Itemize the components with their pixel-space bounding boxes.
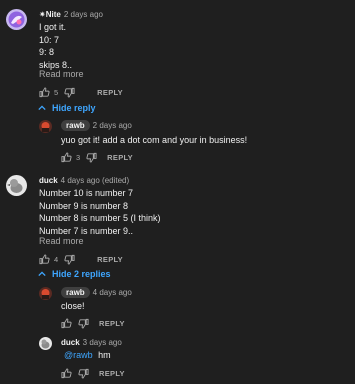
- timestamp[interactable]: 2 days ago: [64, 10, 103, 19]
- reply-text: close!: [61, 301, 85, 311]
- like-count: 3: [76, 152, 81, 162]
- reply-button[interactable]: REPLY: [97, 88, 123, 97]
- thumb-down-icon[interactable]: [64, 87, 75, 98]
- author-chip[interactable]: rawb: [61, 287, 90, 298]
- hide-replies-button[interactable]: Hide reply: [38, 103, 96, 113]
- reply-header: rawb 2 days ago: [61, 120, 132, 131]
- thumb-down-icon[interactable]: [78, 368, 89, 379]
- hide-replies-button[interactable]: Hide 2 replies: [38, 269, 111, 279]
- reply-actions: REPLY: [61, 367, 125, 379]
- thumb-up-icon[interactable]: [61, 151, 72, 163]
- comment-line: 10: 7: [39, 34, 60, 45]
- avatar-image: [39, 337, 52, 350]
- reply-button[interactable]: REPLY: [97, 255, 123, 264]
- author-name[interactable]: duck: [61, 338, 80, 347]
- reply-actions: 3 REPLY: [61, 151, 133, 163]
- comment-body: I got it. 10: 7 9: 8 skips 8..: [39, 21, 72, 71]
- mention-link[interactable]: @rawb: [64, 350, 93, 360]
- comment-line: Number 10 is number 7: [39, 188, 134, 198]
- avatar-image: [6, 9, 27, 30]
- avatar-image: [6, 175, 27, 196]
- thumb-down-icon[interactable]: [78, 318, 89, 329]
- read-more-link[interactable]: Read more: [39, 236, 84, 246]
- reply-header: duck 3 days ago: [61, 338, 122, 347]
- reply-text: hm: [98, 350, 111, 360]
- thumb-down-icon[interactable]: [64, 254, 75, 265]
- timestamp[interactable]: 4 days ago: [93, 288, 132, 297]
- chevron-up-icon: [38, 105, 46, 111]
- comment-actions: 4 REPLY: [39, 253, 123, 265]
- reply-button[interactable]: REPLY: [107, 153, 133, 162]
- author-name[interactable]: ✷Nite: [39, 10, 61, 19]
- reply-button[interactable]: REPLY: [99, 319, 125, 328]
- reply-header: rawb 4 days ago: [61, 287, 132, 298]
- reply-avatar[interactable]: [39, 120, 52, 133]
- reply-text: yuo got it! add a dot com and your in bu…: [61, 135, 248, 145]
- thumb-up-icon[interactable]: [39, 86, 50, 98]
- author-chip[interactable]: rawb: [61, 120, 90, 131]
- thumb-up-icon[interactable]: [39, 253, 50, 265]
- comment-line: I got it.: [39, 22, 67, 32]
- author-name[interactable]: duck: [39, 176, 58, 185]
- thumb-down-icon[interactable]: [86, 152, 97, 163]
- timestamp[interactable]: 2 days ago: [93, 121, 132, 130]
- toggle-label: Hide reply: [52, 103, 96, 113]
- comment-body: Number 10 is number 7 Number 9 is number…: [39, 187, 161, 237]
- reply-actions: REPLY: [61, 317, 125, 329]
- timestamp[interactable]: 3 days ago: [83, 338, 122, 347]
- timestamp[interactable]: 4 days ago (edited): [61, 176, 130, 185]
- reply-avatar[interactable]: [39, 337, 52, 350]
- avatar-image: [39, 287, 52, 300]
- toggle-label: Hide 2 replies: [52, 269, 111, 279]
- reply-avatar[interactable]: [39, 287, 52, 300]
- comment-line: Number 8 is number 5 (I think): [39, 213, 161, 223]
- like-count: 4: [54, 254, 59, 264]
- comment-header: ✷Nite 2 days ago: [39, 10, 103, 19]
- chevron-up-icon: [38, 271, 46, 277]
- read-more-link[interactable]: Read more: [39, 69, 84, 79]
- thumb-up-icon[interactable]: [61, 367, 72, 379]
- avatar[interactable]: [6, 175, 27, 196]
- reply-text-row: @rawb hm: [61, 349, 111, 362]
- comment-header: duck 4 days ago (edited): [39, 176, 129, 185]
- avatar-image: [39, 120, 52, 133]
- comment-actions: 5 REPLY: [39, 86, 123, 98]
- like-count: 5: [54, 87, 59, 97]
- comment-line: Number 9 is number 8: [39, 200, 129, 211]
- comment-line: 9: 8: [39, 47, 55, 57]
- thumb-up-icon[interactable]: [61, 317, 72, 329]
- avatar[interactable]: [6, 9, 27, 30]
- reply-button[interactable]: REPLY: [99, 369, 125, 378]
